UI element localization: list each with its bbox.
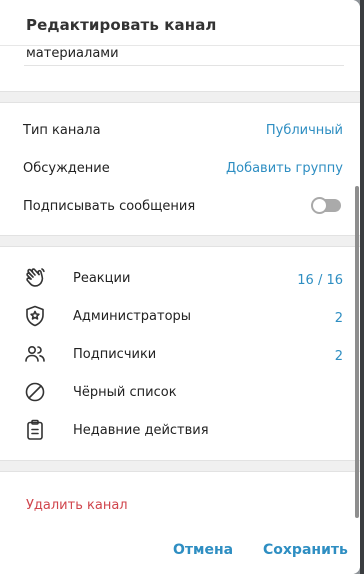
section-divider xyxy=(0,91,360,103)
settings-scroll-area[interactable]: материалами Тип канала Публичный Обсужде… xyxy=(0,46,360,530)
sign-messages-label: Подписывать сообщения xyxy=(23,199,196,214)
block-icon xyxy=(23,380,47,404)
list-item-label: Недавние действия xyxy=(73,423,209,438)
list-item-label: Реакции xyxy=(73,271,131,286)
subscribers-icon xyxy=(23,342,47,366)
edit-channel-dialog: Редактировать канал материалами Тип кана… xyxy=(0,0,360,574)
description-field-value[interactable]: материалами xyxy=(26,46,119,61)
channel-type-value[interactable]: Публичный xyxy=(266,123,343,138)
list-item-value: 2 xyxy=(334,349,343,364)
clipboard-icon xyxy=(23,418,47,442)
save-button[interactable]: Сохранить xyxy=(263,542,348,558)
dialog-header: Редактировать канал xyxy=(0,0,360,46)
description-field-underline xyxy=(24,65,344,66)
delete-channel-link[interactable]: Удалить канал xyxy=(26,498,128,513)
hand-wave-icon xyxy=(23,266,47,290)
toggle-knob xyxy=(311,197,328,214)
backdrop xyxy=(360,0,364,574)
scrollbar-thumb[interactable] xyxy=(355,186,359,518)
list-item-value: 2 xyxy=(334,311,343,326)
dialog-footer: Отмена Сохранить xyxy=(0,530,360,574)
section-divider xyxy=(0,235,360,247)
admin-shield-icon xyxy=(23,304,47,328)
sign-messages-toggle[interactable] xyxy=(311,197,341,214)
list-item-value: 16 / 16 xyxy=(297,273,343,288)
section-divider xyxy=(0,460,360,472)
list-item-label: Администраторы xyxy=(73,309,192,324)
discussion-value[interactable]: Добавить группу xyxy=(226,161,343,176)
list-item-label: Подписчики xyxy=(73,347,157,362)
cancel-button[interactable]: Отмена xyxy=(173,542,233,558)
dialog-title: Редактировать канал xyxy=(26,16,217,34)
list-item-label: Чёрный список xyxy=(73,385,177,400)
discussion-label: Обсуждение xyxy=(23,161,110,176)
channel-type-label: Тип канала xyxy=(23,123,101,138)
